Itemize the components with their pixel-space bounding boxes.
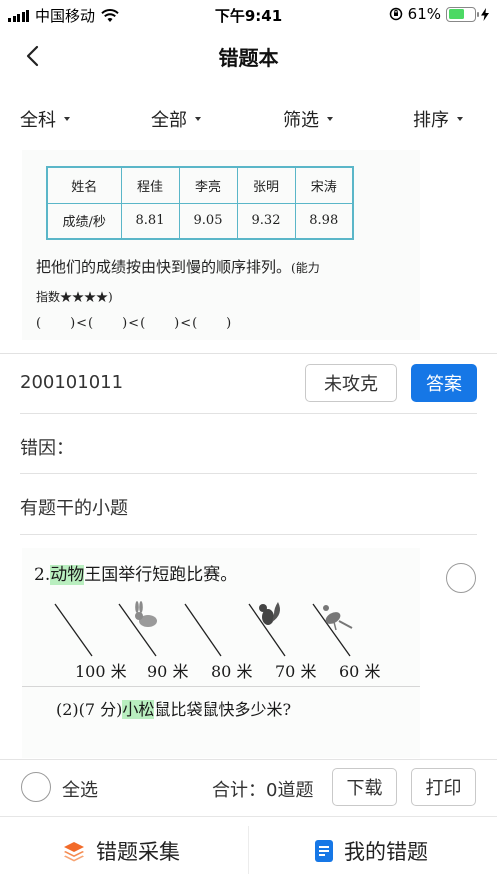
table-cell: 9.05 [178, 202, 238, 240]
kangaroo-icon [323, 605, 353, 631]
tab-my-mistakes-label: 我的错题 [344, 840, 428, 864]
caret-down-icon [64, 117, 70, 121]
distance-label: 100 米 [75, 662, 127, 681]
tab-collect-mistakes[interactable]: 错题采集 [62, 836, 180, 866]
table-cell: 9.32 [236, 202, 296, 240]
race-track-figure [54, 601, 353, 657]
tab-my-mistakes[interactable]: 我的错题 [314, 836, 428, 866]
page-title: 错题本 [218, 46, 279, 70]
ability-index: 指数★★★★) [36, 290, 113, 304]
filter-subject-label: 全科 [20, 110, 56, 131]
filter-bar: 全科 全部 筛选 排序 [0, 98, 497, 138]
select-all-label[interactable]: 全选 [62, 776, 98, 802]
distance-label: 90 米 [147, 662, 189, 681]
chevron-left-icon [26, 45, 39, 67]
caret-down-icon [195, 117, 201, 121]
table-cell: 成绩/秒 [46, 202, 122, 240]
divider [22, 686, 420, 687]
total-value: 0道题 [266, 780, 314, 801]
highlighted-word: 小松 [122, 700, 155, 719]
tab-divider [248, 826, 249, 874]
table-cell: 姓名 [46, 166, 122, 204]
back-button[interactable] [14, 40, 50, 72]
filter-screen-dropdown[interactable]: 筛选 [283, 106, 333, 132]
filter-subject-dropdown[interactable]: 全科 [20, 106, 70, 132]
status-button[interactable]: 未攻克 [305, 364, 397, 402]
select-all-checkbox[interactable] [21, 772, 51, 802]
filter-scope-dropdown[interactable]: 全部 [151, 106, 201, 132]
filter-sort-label: 排序 [413, 110, 449, 131]
table-row: 成绩/秒 8.81 9.05 9.32 8.98 [46, 202, 354, 240]
distance-label: 80 米 [211, 662, 253, 681]
rabbit-icon [135, 601, 157, 627]
question-image[interactable]: 姓名 程佳 李亮 张明 宋涛 成绩/秒 8.81 9.05 9.32 8.98 … [22, 150, 420, 340]
sub-question-text: 鼠比袋鼠快多少米? [154, 700, 292, 719]
layers-icon [64, 842, 84, 862]
charging-icon [481, 7, 489, 21]
tab-collect-label: 错题采集 [96, 840, 180, 864]
total-count: 合计：0道题 [212, 776, 313, 802]
question-id: 200101011 [20, 372, 124, 393]
divider [0, 353, 497, 354]
print-button[interactable]: 打印 [411, 768, 476, 806]
total-label: 合计： [212, 780, 266, 801]
divider [20, 534, 477, 535]
question-number: 2. [34, 565, 51, 585]
score-table: 姓名 程佳 李亮 张明 宋涛 成绩/秒 8.81 9.05 9.32 8.98 [46, 166, 354, 240]
question-image[interactable]: 2.动物王国举行短跑比赛。 100 米 90 米 80 米 70 米 60 米 [22, 548, 420, 758]
error-reason-label[interactable]: 错因： [20, 434, 74, 460]
status-bar: 中国移动 下午9:41 61% [0, 0, 497, 28]
question-select-checkbox[interactable] [446, 563, 476, 593]
question-type-label: 有题干的小题 [20, 498, 128, 519]
sub-question: (2)(7 分)小松鼠比袋鼠快多少米? [56, 696, 291, 720]
squirrel-icon [259, 602, 280, 625]
question-title: 2.动物王国举行短跑比赛。 [34, 560, 237, 585]
caret-down-icon [457, 117, 463, 121]
distance-label: 70 米 [275, 662, 317, 681]
table-cell: 程佳 [120, 166, 180, 204]
battery-icon [446, 6, 479, 22]
answer-blanks: ( )<( )<( )<( ) [36, 316, 233, 331]
table-cell: 8.81 [120, 202, 180, 240]
divider [20, 413, 477, 414]
filter-sort-dropdown[interactable]: 排序 [413, 106, 463, 132]
filter-scope-label: 全部 [151, 110, 187, 131]
nav-bar: 错题本 [0, 28, 497, 84]
sub-question-number: (2)(7 分) [56, 700, 123, 719]
distance-label: 60 米 [339, 662, 381, 681]
table-row: 姓名 程佳 李亮 张明 宋涛 [46, 166, 354, 204]
question-prompt: 把他们的成绩按由快到慢的顺序排列。(能力 [36, 256, 320, 277]
table-cell: 李亮 [178, 166, 238, 204]
question-title-text: 王国举行短跑比赛。 [84, 565, 238, 585]
battery-percent: 61% [407, 5, 441, 23]
filter-screen-label: 筛选 [283, 110, 319, 131]
answer-button[interactable]: 答案 [411, 364, 477, 402]
orientation-lock-icon [389, 7, 402, 21]
ability-prefix: (能力 [291, 261, 320, 275]
question-prompt-text: 把他们的成绩按由快到慢的顺序排列。 [36, 258, 292, 276]
table-cell: 张明 [236, 166, 296, 204]
table-cell: 宋涛 [294, 166, 354, 204]
table-cell: 8.98 [294, 202, 354, 240]
divider [20, 473, 477, 474]
caret-down-icon [327, 117, 333, 121]
highlighted-word: 动物 [50, 565, 85, 585]
document-icon [315, 840, 333, 862]
download-button[interactable]: 下载 [332, 768, 397, 806]
